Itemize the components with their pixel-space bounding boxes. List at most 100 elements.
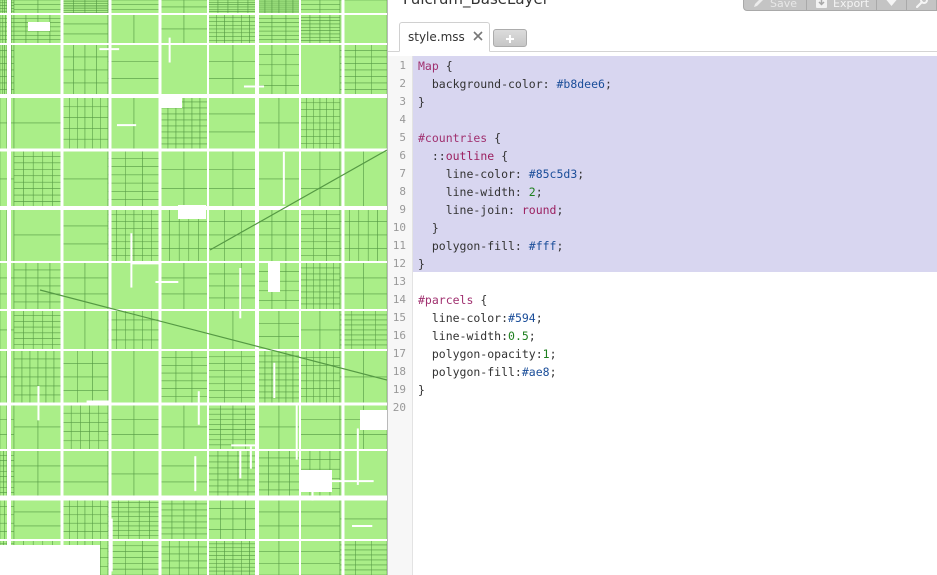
parcel	[306, 267, 314, 275]
parcel	[257, 9, 266, 13]
parcel	[358, 234, 369, 249]
parcel	[138, 511, 150, 517]
parcel	[0, 8, 3, 12]
parcel	[329, 17, 341, 21]
parcel	[42, 162, 53, 170]
parcel	[183, 6, 209, 15]
parcel	[299, 273, 307, 281]
export-menu-button[interactable]	[877, 0, 907, 11]
close-icon[interactable]	[471, 28, 485, 42]
add-stylesheet-button[interactable]	[493, 29, 527, 47]
parcel	[125, 228, 135, 236]
parcel	[13, 95, 63, 124]
parcel	[285, 22, 301, 28]
parcel	[10, 35, 15, 40]
parcel	[13, 326, 24, 334]
parcel	[107, 61, 161, 79]
parcel	[241, 559, 250, 564]
parcel	[232, 551, 242, 556]
settings-button[interactable]	[907, 0, 937, 11]
parcel	[49, 277, 63, 287]
parcel	[133, 434, 161, 451]
parcel	[271, 1, 280, 5]
parcel	[23, 188, 34, 196]
parcel	[299, 188, 321, 209]
parcel	[227, 2, 239, 5]
parcel	[188, 546, 199, 555]
tab-style-mss[interactable]: style.mss	[399, 22, 490, 52]
parcel	[299, 129, 307, 137]
parcel	[271, 3, 280, 7]
parcel	[183, 503, 197, 511]
parcel	[319, 116, 327, 124]
parcel	[257, 1, 266, 5]
map-preview[interactable]	[0, 0, 387, 575]
parcel	[159, 372, 177, 382]
parcel	[333, 116, 341, 124]
parcel	[0, 506, 5, 516]
parcel	[0, 50, 3, 58]
parcel	[285, 391, 294, 399]
parcel	[159, 13, 185, 30]
parcel	[13, 122, 63, 151]
parcel	[159, 365, 177, 374]
parcel	[37, 403, 63, 428]
save-button[interactable]: Save	[743, 0, 807, 11]
parcel	[142, 568, 161, 575]
code-token: ::	[418, 149, 446, 163]
parcel	[167, 113, 177, 121]
parcel	[333, 372, 341, 382]
parcel	[133, 349, 161, 405]
parcel	[0, 122, 8, 151]
parcel	[4, 56, 8, 64]
parcel	[13, 338, 24, 345]
parcel	[125, 234, 135, 243]
parcel	[264, 1, 273, 5]
parcel	[98, 422, 109, 432]
parcel	[339, 221, 350, 236]
parcel	[142, 166, 161, 176]
parcel-map[interactable]	[0, 0, 387, 575]
line-number: 8	[399, 185, 406, 198]
parcel	[292, 391, 301, 399]
parcel	[92, 506, 101, 516]
parcel	[37, 269, 51, 279]
parcel	[319, 365, 327, 374]
parcel	[199, 101, 209, 109]
parcel	[232, 25, 242, 30]
parcel	[326, 279, 334, 287]
parcel	[125, 319, 135, 331]
parcel	[351, 314, 364, 321]
parcel	[61, 277, 86, 295]
parcel	[207, 551, 217, 556]
parcel	[319, 102, 327, 110]
parcel	[89, 431, 100, 442]
parcel	[278, 0, 287, 3]
parcel	[42, 156, 53, 164]
parcel	[299, 169, 321, 189]
parcel	[264, 7, 273, 11]
parcel	[25, 301, 39, 311]
parcel	[69, 531, 78, 541]
parcel	[183, 521, 197, 529]
parcel	[257, 385, 266, 393]
parcel	[107, 419, 135, 435]
parcel	[84, 514, 93, 524]
parcel	[84, 56, 97, 71]
parcel	[299, 248, 314, 256]
parcel	[73, 6, 86, 10]
parcel	[25, 261, 39, 271]
parcel	[96, 3, 109, 6]
code-editor[interactable]: 1 Map {2 background-color: #b8dee6; 3} 4 5 #c…	[388, 56, 937, 575]
export-button[interactable]: Export	[807, 0, 877, 11]
parcel	[0, 434, 8, 451]
parcel	[77, 106, 86, 118]
parcel	[188, 560, 199, 569]
line-number: 12	[392, 257, 406, 270]
parcel	[77, 376, 93, 391]
code-token: ;	[577, 167, 585, 181]
parcel	[224, 383, 242, 391]
parcel	[319, 37, 331, 41]
parcel	[232, 413, 246, 420]
parcel	[207, 529, 221, 541]
